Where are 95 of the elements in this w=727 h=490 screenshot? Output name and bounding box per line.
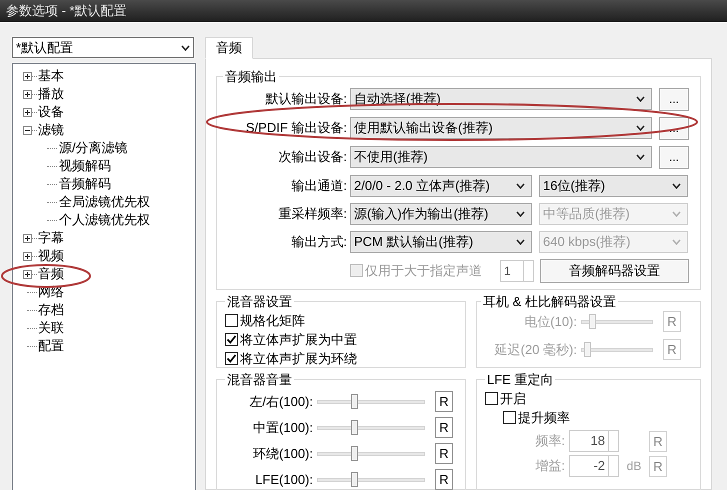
checkbox-label: 提升频率	[518, 408, 570, 427]
more-button[interactable]: ...	[659, 88, 689, 110]
profile-dropdown[interactable]: *默认配置	[12, 37, 194, 58]
caret-icon	[636, 154, 645, 160]
caret-icon	[672, 238, 681, 244]
tree-item[interactable]: 全局滤镜优先权	[59, 192, 150, 212]
group-title: LFE 重定向	[486, 370, 554, 388]
expand-icon[interactable]	[23, 108, 32, 116]
tree-item[interactable]: 基本	[38, 66, 64, 86]
caret-icon	[636, 96, 645, 102]
group-title: 音频输出	[224, 68, 278, 86]
slider-thumb[interactable]	[351, 446, 358, 460]
expand-icon[interactable]	[23, 234, 32, 242]
dropdown[interactable]: 2/0/0 - 2.0 立体声(推荐)	[350, 174, 532, 196]
tree-item[interactable]: 字幕	[38, 228, 64, 248]
field-label: 输出方式:	[290, 232, 347, 251]
field-label: 次输出设备:	[277, 148, 347, 166]
reset-button[interactable]: R	[435, 417, 453, 438]
expand-icon[interactable]	[23, 90, 32, 98]
tree-item[interactable]: 配置	[38, 336, 64, 356]
expand-icon[interactable]	[23, 270, 32, 278]
group-title: 耳机 & 杜比解码器设置	[482, 292, 617, 310]
field-label: 频率:	[534, 432, 565, 450]
slider-thumb[interactable]	[351, 472, 358, 486]
tree-item[interactable]: 关联	[38, 318, 64, 338]
dropdown[interactable]: 不使用(推荐)	[350, 146, 652, 168]
slider-label: 环绕(100):	[252, 444, 313, 463]
field-label: 输出通道:	[290, 176, 347, 195]
reset-button[interactable]: R	[649, 430, 667, 452]
tab[interactable]: 音频	[205, 37, 253, 59]
dropdown-value: *默认配置	[16, 38, 74, 57]
window-title: 参数选项 - *默认配置	[6, 2, 127, 20]
caret-icon	[636, 125, 645, 131]
expand-icon[interactable]	[23, 252, 32, 260]
checkbox-label: 开启	[500, 390, 526, 408]
decoder-settings-button[interactable]: 音频解码器设置	[540, 258, 689, 282]
slider-label: 延迟(20 毫秒):	[494, 340, 577, 359]
slider-thumb[interactable]	[351, 394, 358, 408]
reset-button[interactable]: R	[435, 469, 453, 490]
reset-button[interactable]: R	[435, 443, 453, 464]
slider[interactable]	[317, 444, 425, 462]
reset-button[interactable]: R	[649, 456, 667, 476]
tree-item[interactable]: 存档	[38, 300, 64, 320]
slider-label: 左/右(100):	[248, 392, 313, 411]
checkbox[interactable]	[225, 352, 238, 365]
caret-icon	[181, 44, 190, 50]
slider-thumb[interactable]	[351, 420, 358, 434]
field-label: 增益:	[534, 457, 565, 476]
checkbox[interactable]	[225, 333, 238, 346]
group-title: 混音器音量	[226, 370, 293, 388]
reset-button[interactable]: R	[435, 391, 453, 412]
checkbox-label: 将立体声扩展为中置	[240, 330, 357, 349]
checkbox[interactable]	[485, 392, 498, 405]
checkbox[interactable]	[225, 314, 238, 327]
dropdown[interactable]: 源(输入)作为输出(推荐)	[350, 202, 532, 224]
spin-field[interactable]: -2	[569, 455, 619, 477]
slider[interactable]	[317, 418, 425, 436]
more-button[interactable]: ...	[659, 146, 689, 168]
caret-icon	[672, 182, 681, 188]
spin-value: 18	[590, 432, 606, 450]
tree-item[interactable]: 音频解码	[59, 174, 111, 194]
tree-item[interactable]: 源/分离滤镜	[59, 138, 128, 158]
checkbox-label: 将立体声扩展为环绕	[240, 350, 357, 368]
tree-item[interactable]: 滤镜	[38, 120, 64, 140]
caret-icon	[516, 182, 525, 188]
dropdown[interactable]: 使用默认输出设备(推荐)	[350, 117, 652, 139]
group-title: 混音器设置	[226, 292, 293, 310]
spin-field[interactable]: 18	[569, 430, 619, 452]
caret-icon	[516, 238, 525, 244]
slider[interactable]	[317, 392, 425, 410]
tree-item[interactable]: 播放	[38, 84, 64, 104]
slider-label: 电位(10):	[523, 312, 577, 331]
field-label: 默认输出设备:	[264, 90, 347, 108]
tree-item[interactable]: 设备	[38, 102, 64, 122]
caret-icon	[516, 210, 525, 216]
unit-label: dB	[626, 458, 642, 475]
caret-icon	[672, 210, 681, 216]
checkbox[interactable]	[503, 411, 516, 424]
checkbox-label: 仅用于大于指定声道	[365, 262, 482, 280]
field-label: S/PDIF 输出设备:	[244, 119, 347, 138]
slider-label: LFE(100):	[254, 470, 313, 489]
checkbox-label: 规格化矩阵	[240, 312, 305, 330]
slider[interactable]	[317, 470, 425, 488]
field-label: 重采样频率:	[277, 204, 347, 223]
tree-item[interactable]: 个人滤镜优先权	[59, 210, 150, 230]
spin-value: 1	[504, 262, 511, 280]
dropdown[interactable]: PCM 默认输出(推荐)	[350, 230, 532, 252]
slider-label: 中置(100):	[252, 418, 313, 437]
tree-item[interactable]: 视频	[38, 246, 64, 266]
spin-value: -2	[593, 457, 606, 476]
dropdown[interactable]: 16位(推荐)	[539, 174, 688, 196]
tree-item[interactable]: 视频解码	[59, 156, 111, 176]
expand-icon[interactable]	[23, 72, 32, 80]
tree-item[interactable]: 音频	[38, 264, 64, 284]
collapse-icon[interactable]	[23, 126, 32, 134]
